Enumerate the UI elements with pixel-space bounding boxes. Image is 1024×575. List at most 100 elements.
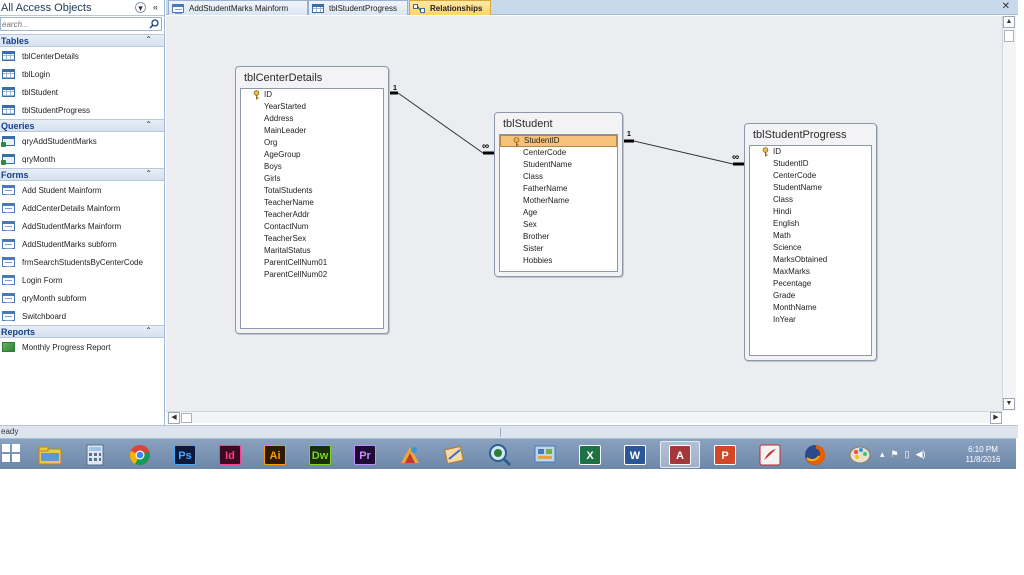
relationships-canvas[interactable]: 1 ∞ 1 ∞ tblCenterDetails ID YearStarted Add… <box>166 16 1002 411</box>
nav-group-reports[interactable]: Reports ⌃ <box>0 325 164 338</box>
primary-key-field[interactable]: ID <box>241 89 383 101</box>
field-list[interactable]: ID StudentID CenterCode StudentName Class Hin… <box>749 145 872 356</box>
nav-item[interactable]: frmSearchStudentsByCenterCode <box>0 253 164 271</box>
field-item[interactable]: Pecentage <box>750 278 871 290</box>
nav-title[interactable]: All Access Objects <box>0 2 91 14</box>
show-hidden-icons-icon[interactable]: ▴ <box>880 449 885 460</box>
field-item[interactable]: Grade <box>750 290 871 302</box>
taskbar-button[interactable] <box>795 441 835 468</box>
nav-item[interactable]: tblCenterDetails <box>0 47 164 65</box>
search-input[interactable] <box>1 18 147 30</box>
field-item[interactable]: AgeGroup <box>241 149 383 161</box>
taskbar-button[interactable] <box>30 441 70 468</box>
nav-group-forms[interactable]: Forms ⌃ <box>0 168 164 181</box>
field-list[interactable]: StudentID CenterCode StudentName Class Fathe… <box>499 134 618 272</box>
taskbar-button[interactable]: Ai <box>255 441 295 468</box>
field-item[interactable]: CenterCode <box>500 147 617 159</box>
field-item[interactable]: FatherName <box>500 183 617 195</box>
clock[interactable]: 6:10 PM 11/8/2016 <box>958 445 1008 465</box>
nav-item[interactable]: AddStudentMarks subform <box>0 235 164 253</box>
table-title[interactable]: tblStudent <box>495 113 622 132</box>
field-item[interactable]: YearStarted <box>241 101 383 113</box>
field-item[interactable]: InYear <box>750 314 871 326</box>
taskbar-button[interactable] <box>75 441 115 468</box>
table-title[interactable]: tblStudentProgress <box>745 124 876 143</box>
taskbar-button[interactable] <box>525 441 565 468</box>
relationship-line-centerdetails-student[interactable] <box>397 92 484 154</box>
nav-item[interactable]: tblStudent <box>0 83 164 101</box>
taskbar-button[interactable]: A <box>660 441 700 468</box>
field-item[interactable]: MainLeader <box>241 125 383 137</box>
hscroll-thumb[interactable] <box>181 413 192 423</box>
taskbar-button[interactable] <box>435 441 475 468</box>
field-item[interactable]: Sex <box>500 219 617 231</box>
nav-item[interactable]: Login Form <box>0 271 164 289</box>
table-title[interactable]: tblCenterDetails <box>236 67 388 86</box>
nav-item[interactable]: AddStudentMarks Mainform <box>0 217 164 235</box>
field-item[interactable]: ParentCellNum01 <box>241 257 383 269</box>
nav-header[interactable]: All Access Objects ▾ « <box>0 0 164 16</box>
scroll-thumb[interactable] <box>1004 30 1014 42</box>
taskbar-button[interactable]: W <box>615 441 655 468</box>
table-box-tblstudent[interactable]: tblStudent StudentID CenterCode StudentName… <box>494 112 623 277</box>
nav-item[interactable]: qryMonth subform <box>0 289 164 307</box>
nav-search-box[interactable] <box>0 17 162 31</box>
collapse-group-icon[interactable]: ⌃ <box>145 120 152 129</box>
taskbar-button[interactable]: Ps <box>165 441 205 468</box>
horizontal-scrollbar[interactable]: ◀ ▶ <box>166 411 1002 424</box>
nav-group-queries[interactable]: Queries ⌃ <box>0 119 164 132</box>
field-item[interactable]: TeacherAddr <box>241 209 383 221</box>
field-item[interactable]: CenterCode <box>750 170 871 182</box>
close-icon[interactable]: ✕ <box>1002 1 1010 12</box>
taskbar-button[interactable] <box>120 441 160 468</box>
field-item[interactable]: Class <box>750 194 871 206</box>
taskbar-button[interactable] <box>750 441 790 468</box>
field-item[interactable]: ParentCellNum02 <box>241 269 383 281</box>
scroll-down-button[interactable]: ▼ <box>1003 398 1015 410</box>
nav-item[interactable]: Monthly Progress Report <box>0 338 164 356</box>
field-item[interactable]: MaritalStatus <box>241 245 383 257</box>
field-item[interactable]: MarksObtained <box>750 254 871 266</box>
nav-group-tables[interactable]: Tables ⌃ <box>0 34 164 47</box>
volume-icon[interactable]: ◀) <box>916 449 926 460</box>
taskbar-button[interactable]: P <box>705 441 745 468</box>
field-item[interactable]: Class <box>500 171 617 183</box>
nav-item[interactable]: tblLogin <box>0 65 164 83</box>
field-item[interactable]: Age <box>500 207 617 219</box>
nav-item[interactable]: Add Student Mainform <box>0 181 164 199</box>
flag-icon[interactable]: ⚑ <box>891 449 899 460</box>
primary-key-field[interactable]: StudentID <box>500 135 617 147</box>
field-list[interactable]: ID YearStarted Address MainLeader Org AgeGrou… <box>240 88 384 329</box>
nav-item[interactable]: qryAddStudentMarks <box>0 132 164 150</box>
field-item[interactable]: Org <box>241 137 383 149</box>
tab-relationships[interactable]: Relationships <box>409 0 491 15</box>
taskbar-button[interactable] <box>840 441 880 468</box>
collapse-group-icon[interactable]: ⌃ <box>145 169 152 178</box>
field-item[interactable]: Sister <box>500 243 617 255</box>
battery-icon[interactable]: ▯ <box>905 449 910 460</box>
nav-item[interactable]: AddCenterDetails Mainform <box>0 199 164 217</box>
taskbar-button[interactable]: Pr <box>345 441 385 468</box>
taskbar-button[interactable] <box>480 441 520 468</box>
field-item[interactable]: StudentID <box>750 158 871 170</box>
field-item[interactable]: StudentName <box>750 182 871 194</box>
field-item[interactable]: Science <box>750 242 871 254</box>
relationship-line-student-progress[interactable] <box>633 140 734 165</box>
collapse-group-icon[interactable]: ⌃ <box>145 326 152 335</box>
scroll-left-button[interactable]: ◀ <box>168 412 180 424</box>
scroll-right-button[interactable]: ▶ <box>990 412 1002 424</box>
field-item[interactable]: ContactNum <box>241 221 383 233</box>
field-item[interactable]: TeacherSex <box>241 233 383 245</box>
field-item[interactable]: Address <box>241 113 383 125</box>
table-box-tblcenterdetails[interactable]: tblCenterDetails ID YearStarted Address Main… <box>235 66 389 334</box>
field-item[interactable]: StudentName <box>500 159 617 171</box>
field-item[interactable]: MonthName <box>750 302 871 314</box>
field-item[interactable]: Girls <box>241 173 383 185</box>
nav-item[interactable]: Switchboard <box>0 307 164 325</box>
field-item[interactable]: MotherName <box>500 195 617 207</box>
windows-start-icon[interactable] <box>2 444 20 462</box>
field-item[interactable]: Math <box>750 230 871 242</box>
nav-item[interactable]: tblStudentProgress <box>0 101 164 119</box>
nav-dropdown-icon[interactable]: ▾ <box>135 2 146 13</box>
field-item[interactable]: English <box>750 218 871 230</box>
